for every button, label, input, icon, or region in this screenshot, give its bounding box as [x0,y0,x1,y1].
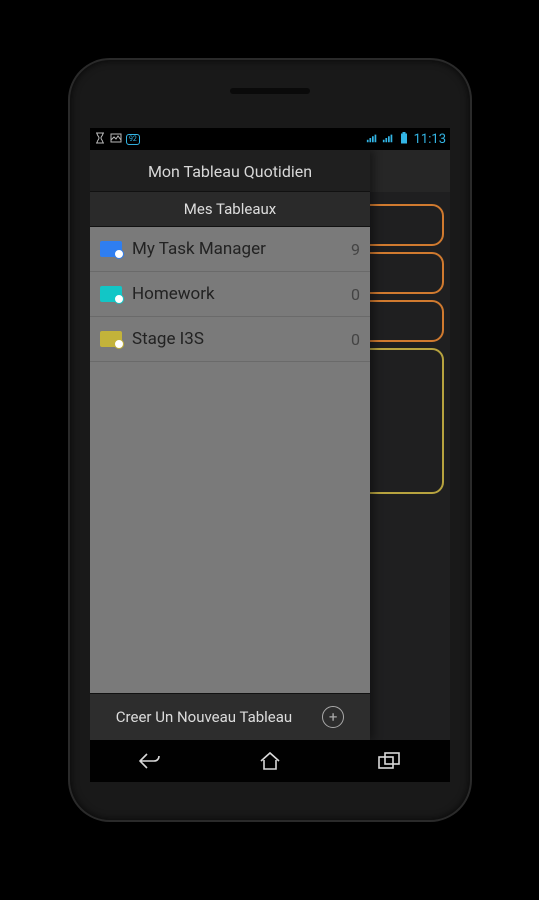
signal-icon [366,132,378,147]
hourglass-icon [94,132,106,147]
tableau-count: 0 [336,330,360,349]
tableau-list: My Task Manager 9 Homework 0 Stage I3S 0 [90,227,370,693]
clock-text: 11:13 [414,132,446,147]
create-tableau-label: Creer Un Nouveau Tableau [116,708,292,726]
tableau-label: Homework [132,284,326,304]
battery-badge: 92 [126,134,140,145]
image-icon [110,132,122,147]
phone-frame: 92 11:13 ❮ [70,60,470,820]
signal-icon-2 [382,132,394,147]
tableau-count: 9 [336,240,360,259]
tableau-icon [100,286,122,302]
tableau-item[interactable]: Homework 0 [90,272,370,317]
drawer-footer[interactable]: Creer Un Nouveau Tableau + [90,693,370,740]
tableau-item[interactable]: Stage I3S 0 [90,317,370,362]
tableau-count: 0 [336,285,360,304]
add-icon[interactable]: + [322,706,344,728]
battery-icon [398,132,410,147]
recents-button[interactable] [365,746,415,776]
screen: 92 11:13 ❮ [90,128,450,740]
drawer-section-header: Mes Tableaux [90,191,370,227]
status-bar: 92 11:13 [90,128,450,150]
tableau-label: Stage I3S [132,329,326,349]
drawer-title: Mon Tableau Quotidien [90,150,370,191]
system-nav-bar [90,740,450,782]
tableau-icon [100,331,122,347]
tableau-item[interactable]: My Task Manager 9 [90,227,370,272]
navigation-drawer: Mon Tableau Quotidien Mes Tableaux My Ta… [90,150,370,740]
app-body: ❮ M Date Date Conte Faire color [90,150,450,740]
back-button[interactable] [125,746,175,776]
tableau-label: My Task Manager [132,239,326,259]
tableau-icon [100,241,122,257]
home-button[interactable] [245,746,295,776]
